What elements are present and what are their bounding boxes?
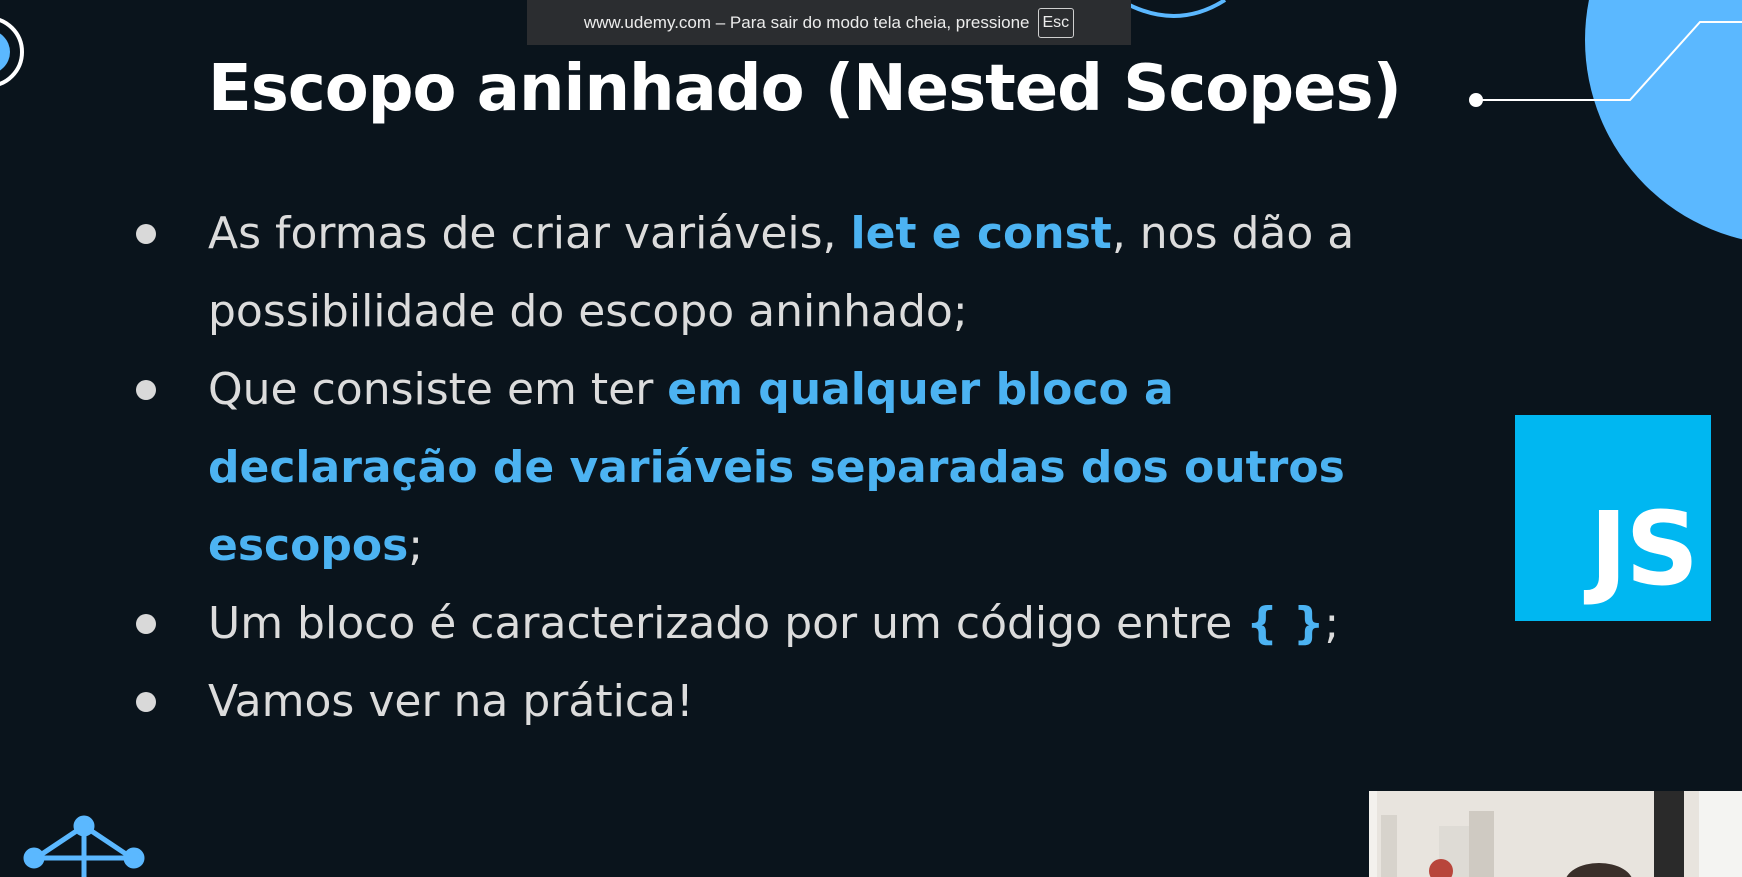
highlight-text: { } bbox=[1246, 598, 1325, 649]
javascript-logo-text: JS bbox=[1589, 490, 1699, 609]
bullet-text: Que consiste em ter em qualquer bloco a … bbox=[208, 364, 1345, 571]
bullet-dot bbox=[136, 380, 156, 400]
bullet-list: As formas de criar variáveis, let e cons… bbox=[120, 195, 1420, 741]
bullet-dot bbox=[136, 224, 156, 244]
javascript-logo: JS bbox=[1515, 415, 1711, 621]
slide: www.udemy.com – Para sair do modo tela c… bbox=[0, 0, 1742, 877]
bullet-text: As formas de criar variáveis, let e cons… bbox=[208, 208, 1355, 337]
bullet-text: Vamos ver na prática! bbox=[208, 676, 694, 727]
bullet-text: Um bloco é caracterizado por um código e… bbox=[208, 598, 1340, 649]
bullet-dot bbox=[136, 692, 156, 712]
slide-title: Escopo aninhado (Nested Scopes) bbox=[208, 52, 1402, 126]
network-node-icon bbox=[23, 815, 145, 877]
bullet-dot bbox=[136, 614, 156, 634]
bullet-item: Vamos ver na prática! bbox=[120, 663, 1420, 741]
bullet-item: As formas de criar variáveis, let e cons… bbox=[120, 195, 1420, 351]
fullscreen-notice-text: www.udemy.com – Para sair do modo tela c… bbox=[583, 12, 1030, 32]
esc-key-hint: Esc bbox=[1037, 7, 1075, 38]
arc-decoration bbox=[1118, 0, 1227, 18]
instructor-webcam bbox=[1369, 791, 1742, 877]
bullet-item: Que consiste em ter em qualquer bloco a … bbox=[120, 351, 1420, 585]
webcam-image bbox=[1369, 791, 1742, 877]
highlight-text: let e const bbox=[850, 208, 1112, 259]
ring-fill-decoration bbox=[0, 33, 10, 71]
fullscreen-notice: www.udemy.com – Para sair do modo tela c… bbox=[527, 0, 1131, 45]
large-circle-decoration bbox=[1585, 0, 1742, 240]
bullet-item: Um bloco é caracterizado por um código e… bbox=[120, 585, 1420, 663]
connector-dot bbox=[1469, 93, 1483, 107]
